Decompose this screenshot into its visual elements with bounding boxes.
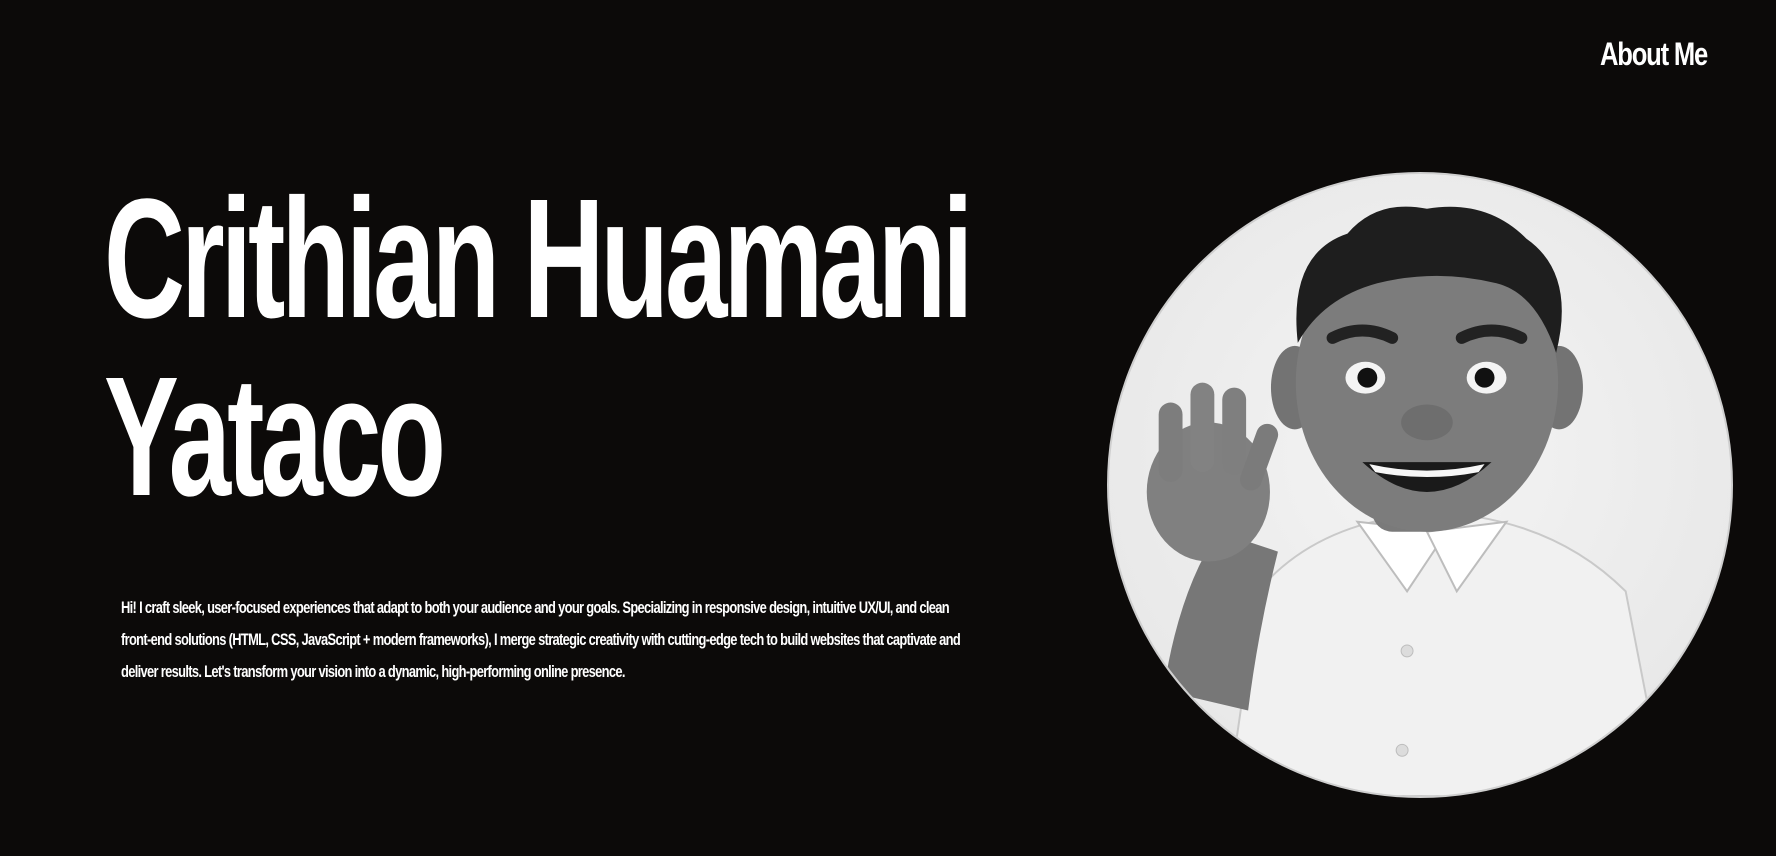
about-me-link[interactable]: About Me [1600, 36, 1708, 73]
hero-name-heading: Crithian Huamani Yataco [104, 164, 973, 532]
hero-name-line2: Yataco [104, 342, 446, 532]
waving-cartoon-avatar-icon [1107, 172, 1733, 798]
hero-intro-text: Hi! I craft sleek, user-focused experien… [121, 598, 961, 681]
hero-name-line1: Crithian Huamani [104, 164, 973, 354]
